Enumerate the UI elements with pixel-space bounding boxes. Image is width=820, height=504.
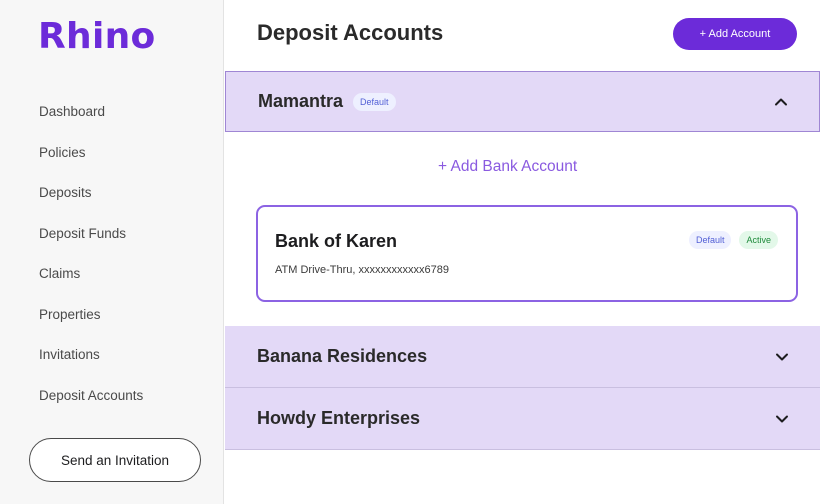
sidebar-item-properties[interactable]: Properties xyxy=(39,307,101,322)
sidebar-item-deposit-accounts[interactable]: Deposit Accounts xyxy=(39,388,143,403)
sidebar-item-policies[interactable]: Policies xyxy=(39,145,86,160)
default-badge: Default xyxy=(353,92,396,111)
default-badge: Default xyxy=(688,231,732,249)
sidebar-item-invitations[interactable]: Invitations xyxy=(39,347,100,362)
accordion-header-howdy-enterprises[interactable]: Howdy Enterprises xyxy=(225,388,820,449)
accordion-header-mamantra[interactable]: Mamantra Default xyxy=(225,71,820,132)
sidebar-item-dashboard[interactable]: Dashboard xyxy=(39,104,105,119)
accordion-header-banana-residences[interactable]: Banana Residences xyxy=(225,326,820,387)
account-name: Howdy Enterprises xyxy=(257,408,421,428)
page-title: Deposit Accounts xyxy=(257,20,444,45)
main-content: Deposit Accounts + Add Account Mamantra … xyxy=(225,0,820,504)
sidebar: Rhino Dashboard Policies Deposits Deposi… xyxy=(0,0,224,504)
rhino-logo[interactable]: Rhino xyxy=(38,16,156,57)
chevron-down-icon[interactable] xyxy=(774,411,790,427)
send-invitation-button[interactable]: Send an Invitation xyxy=(29,438,201,482)
account-name: Banana Residences xyxy=(257,346,428,366)
bank-name: Bank of Karen xyxy=(275,231,398,251)
add-account-button[interactable]: + Add Account xyxy=(673,18,797,50)
sidebar-item-deposits[interactable]: Deposits xyxy=(39,185,92,200)
account-name: Mamantra xyxy=(258,91,344,111)
chevron-down-icon[interactable] xyxy=(774,349,790,365)
bank-account-card[interactable]: Bank of Karen ATM Drive-Thru, xxxxxxxxxx… xyxy=(256,205,798,302)
divider xyxy=(225,449,820,450)
add-bank-account-link[interactable]: + Add Bank Account xyxy=(438,158,577,176)
active-badge: Active xyxy=(739,231,778,249)
bank-detail: ATM Drive-Thru, xxxxxxxxxxxx6789 xyxy=(275,264,449,276)
chevron-up-icon[interactable] xyxy=(773,94,789,110)
sidebar-item-deposit-funds[interactable]: Deposit Funds xyxy=(39,226,126,241)
bank-badges: Default Active xyxy=(688,231,778,249)
sidebar-item-claims[interactable]: Claims xyxy=(39,266,80,281)
